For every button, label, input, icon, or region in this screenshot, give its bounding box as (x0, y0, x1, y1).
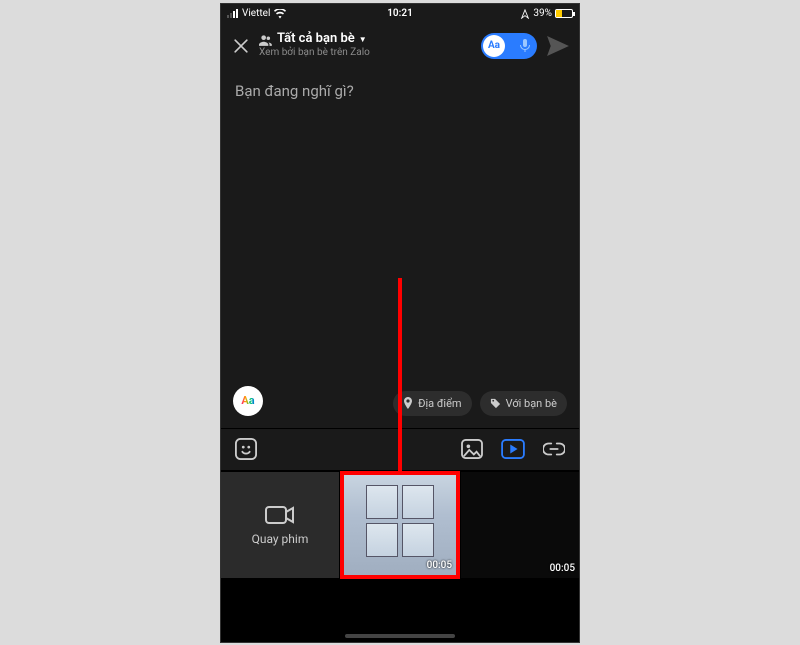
location-chip-label: Địa điểm (418, 397, 462, 410)
close-icon[interactable] (231, 36, 251, 56)
aa-label: Aa (241, 394, 254, 407)
wifi-icon (274, 9, 286, 19)
bottom-spacer (221, 580, 579, 590)
friends-chip-label: Với bạn bè (506, 397, 557, 410)
video-thumbnail-2[interactable]: 00:05 (461, 472, 579, 578)
battery-icon (555, 9, 573, 18)
compose-header: Tất cả bạn bè ▼ Xem bởi bạn bè trên Zalo… (221, 24, 579, 68)
status-bar: Viettel 10:21 39% (221, 4, 579, 24)
thumb1-preview (366, 485, 434, 557)
camera-icon (265, 504, 295, 526)
people-icon (259, 34, 273, 46)
media-picker-row: Quay phim 00:05 00:05 (221, 470, 579, 580)
audience-title: Tất cả bạn bè (277, 32, 355, 47)
phone-screen: Viettel 10:21 39% Tất cả bạn bè ▼ Xem bở… (220, 3, 580, 643)
carrier-label: Viettel (242, 8, 270, 19)
composer-area[interactable]: Bạn đang nghĩ gì? Aa Địa điểm Với bạn bè (221, 68, 579, 428)
image-icon[interactable] (461, 439, 483, 459)
audience-selector[interactable]: Tất cả bạn bè ▼ Xem bởi bạn bè trên Zalo (259, 32, 370, 58)
video-thumbnail-1[interactable]: 00:05 (341, 472, 459, 578)
location-chip[interactable]: Địa điểm (393, 391, 472, 416)
thumb2-duration: 00:05 (550, 563, 575, 574)
toggle-aa-label: Aa (488, 40, 500, 51)
mic-icon (519, 39, 531, 53)
audience-subtitle: Xem bởi bạn bè trên Zalo (259, 47, 370, 59)
record-video-tile[interactable]: Quay phim (221, 472, 339, 578)
video-icon[interactable] (501, 439, 525, 459)
send-icon[interactable] (547, 36, 569, 56)
record-label: Quay phim (252, 532, 309, 546)
chevron-down-icon: ▼ (359, 35, 367, 44)
tag-icon (490, 398, 501, 409)
link-icon[interactable] (543, 442, 565, 456)
battery-percent: 39% (533, 8, 552, 19)
location-status-icon (520, 9, 530, 19)
composer-placeholder: Bạn đang nghĩ gì? (235, 82, 565, 100)
tag-friends-chip[interactable]: Với bạn bè (480, 391, 567, 416)
thumb1-duration: 00:05 (427, 560, 452, 571)
text-style-button[interactable]: Aa (233, 386, 263, 416)
sticker-icon[interactable] (235, 438, 257, 460)
text-mode-toggle[interactable]: Aa (481, 33, 537, 59)
pin-icon (403, 397, 413, 409)
compose-toolbar (221, 428, 579, 470)
clock: 10:21 (387, 8, 413, 19)
home-indicator (345, 634, 455, 638)
signal-icon (227, 9, 238, 18)
